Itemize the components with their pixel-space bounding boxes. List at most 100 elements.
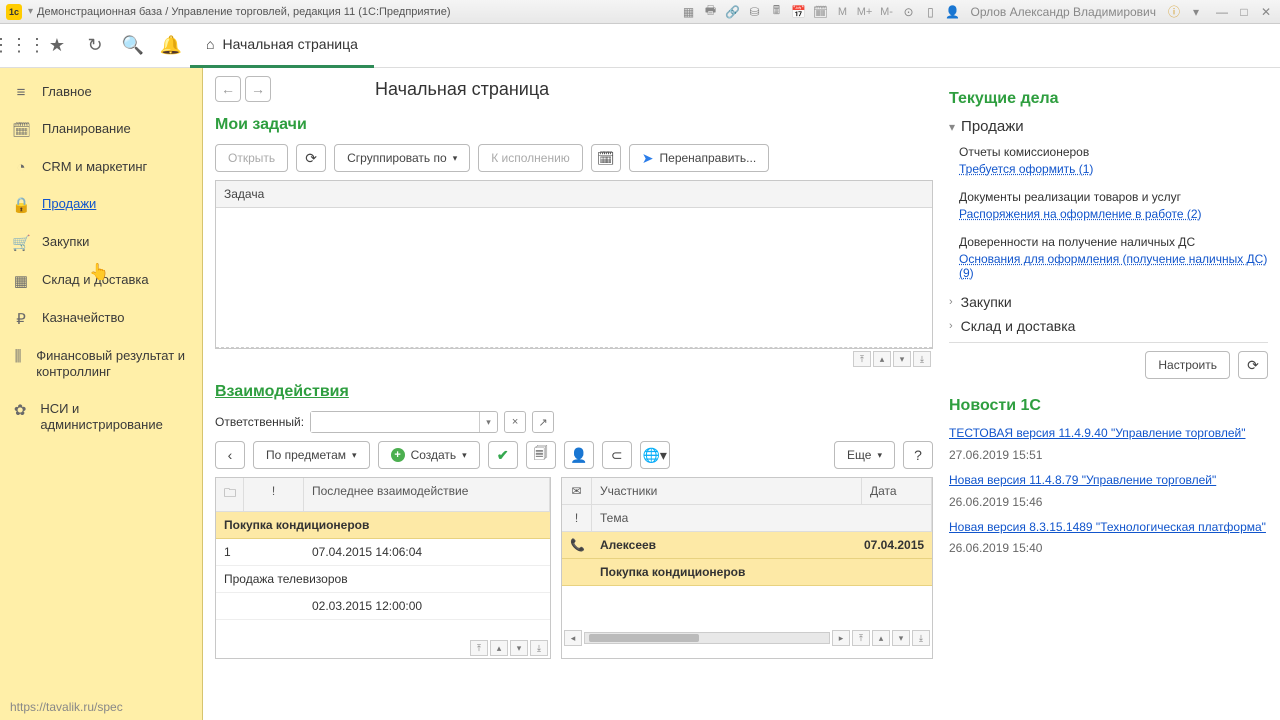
scroll-top-icon[interactable]: ⤒: [852, 630, 870, 646]
sidebar-item-crm[interactable]: ◔CRM и маркетинг: [0, 149, 202, 186]
user-icon: 👤: [944, 4, 960, 20]
table-row[interactable]: 📞 Алексеев 07.04.2015: [562, 532, 932, 559]
tasks-redirect-button[interactable]: ➤Перенаправить...: [629, 144, 769, 172]
news-link[interactable]: ТЕСТОВАЯ версия 11.4.9.40 "Управление то…: [949, 425, 1268, 442]
scroll-bottom-icon[interactable]: ⤓: [913, 351, 931, 367]
col-theme[interactable]: Тема: [592, 505, 932, 532]
copy-button[interactable]: 🗐: [526, 441, 556, 469]
col-priority[interactable]: !: [244, 478, 304, 512]
info-icon[interactable]: ⓘ: [1166, 4, 1182, 20]
m-minus-icon[interactable]: M-: [878, 4, 894, 20]
col-last-interaction[interactable]: Последнее взаимодействие: [304, 478, 550, 512]
bell-icon[interactable]: 🔔: [152, 24, 190, 68]
sidebar-item-treasury[interactable]: ₽Казначейство: [0, 300, 202, 338]
sidebar-item-warehouse[interactable]: ▦Склад и доставка: [0, 262, 202, 300]
scroll-up-icon[interactable]: ▴: [872, 630, 890, 646]
tasks-table-column[interactable]: Задача: [216, 181, 932, 208]
calendar-icon[interactable]: 📅: [790, 4, 806, 20]
interactions-heading[interactable]: Взаимодействия: [215, 383, 933, 401]
search-icon[interactable]: 🔍: [114, 24, 152, 68]
responsible-input[interactable]: [311, 412, 479, 432]
affairs-refresh-button[interactable]: ⟳: [1238, 351, 1268, 379]
preview-icon[interactable]: ▦: [680, 4, 696, 20]
help-book-icon[interactable]: ▯: [922, 4, 938, 20]
scroll-down-icon[interactable]: ▾: [892, 630, 910, 646]
info-dd[interactable]: ▾: [1188, 4, 1204, 20]
nav-back-button[interactable]: ←: [215, 76, 241, 102]
sidebar-item-sales[interactable]: 🔒Продажи: [0, 186, 202, 224]
col-priority2[interactable]: !: [562, 505, 592, 532]
responsible-dropdown[interactable]: ▾: [479, 412, 497, 432]
col-date[interactable]: Дата: [862, 478, 932, 505]
calc-icon[interactable]: 🖩: [768, 4, 784, 20]
m-plus-icon[interactable]: M+: [856, 4, 872, 20]
more-button[interactable]: Еще▾: [834, 441, 895, 469]
h-scrollbar[interactable]: [584, 632, 830, 644]
collapse-left-button[interactable]: ‹: [215, 441, 245, 469]
apps-icon[interactable]: ⋮⋮⋮: [0, 24, 38, 68]
sidebar-item-finance[interactable]: ⫼Финансовый результат и контроллинг: [0, 338, 202, 391]
responsible-field[interactable]: ▾: [310, 411, 498, 433]
tasks-calendar-button[interactable]: 🗓: [591, 144, 621, 172]
table-row[interactable]: Покупка кондиционеров: [562, 559, 932, 586]
maximize-icon[interactable]: □: [1236, 4, 1252, 20]
scroll-top-icon[interactable]: ⤒: [470, 640, 488, 656]
news-link[interactable]: Новая версия 11.4.8.79 "Управление торго…: [949, 472, 1268, 489]
configure-button[interactable]: Настроить: [1145, 351, 1230, 379]
table-row[interactable]: 02.03.2015 12:00:00: [216, 593, 550, 620]
scroll-right-icon[interactable]: ▸: [832, 630, 850, 646]
table-row[interactable]: Покупка кондиционеров: [216, 512, 550, 539]
tasks-execute-button[interactable]: К исполнению: [478, 144, 583, 172]
user-button[interactable]: 👤: [564, 441, 594, 469]
close-icon[interactable]: ✕: [1258, 4, 1274, 20]
responsible-clear-button[interactable]: ×: [504, 411, 526, 433]
mark-done-button[interactable]: ✔: [488, 441, 518, 469]
tasks-group-button[interactable]: Сгруппировать по▾: [334, 144, 470, 172]
nav-forward-button[interactable]: →: [245, 76, 271, 102]
affairs-link[interactable]: Требуется оформить (1): [959, 162, 1093, 176]
sidebar-item-main[interactable]: ≡Главное: [0, 74, 202, 111]
sidebar-item-nsi[interactable]: ✿НСИ и администрирование: [0, 391, 202, 444]
date-icon[interactable]: 🗓: [812, 4, 828, 20]
create-button[interactable]: +Создать▾: [378, 441, 480, 469]
minimize-icon[interactable]: —: [1214, 4, 1230, 20]
affairs-cat-warehouse[interactable]: ›Склад и доставка: [949, 318, 1268, 334]
print-icon[interactable]: 🖶: [702, 4, 718, 20]
col-mail-icon[interactable]: ✉: [562, 478, 592, 505]
responsible-open-button[interactable]: ↗: [532, 411, 554, 433]
scroll-bottom-icon[interactable]: ⤓: [530, 640, 548, 656]
sidebar-item-planning[interactable]: 🗓Планирование: [0, 111, 202, 149]
current-user[interactable]: Орлов Александр Владимирович: [970, 4, 1156, 20]
scroll-left-icon[interactable]: ◂: [564, 630, 582, 646]
tasks-refresh-button[interactable]: ⟳: [296, 144, 326, 172]
star-icon[interactable]: ★: [38, 24, 76, 68]
affairs-cat-purchases[interactable]: ›Закупки: [949, 294, 1268, 310]
scroll-down-icon[interactable]: ▾: [510, 640, 528, 656]
table-row[interactable]: Продажа телевизоров: [216, 566, 550, 593]
options-icon[interactable]: ⊙: [900, 4, 916, 20]
tab-home[interactable]: ⌂ Начальная страница: [190, 24, 374, 68]
col-participants[interactable]: Участники: [592, 478, 862, 505]
news-link[interactable]: Новая версия 8.3.15.1489 "Технологическа…: [949, 519, 1268, 536]
affairs-cat-sales[interactable]: ▾ Продажи: [949, 118, 1268, 135]
link-icon[interactable]: 🔗: [724, 4, 740, 20]
help-button[interactable]: ?: [903, 441, 933, 469]
m-icon[interactable]: M: [834, 4, 850, 20]
history-icon[interactable]: ↻: [76, 24, 114, 68]
tasks-open-button[interactable]: Открыть: [215, 144, 288, 172]
system-menu-dd[interactable]: ▾: [28, 6, 33, 17]
globe-dropdown-button[interactable]: 🌐▾: [640, 441, 670, 469]
scroll-up-icon[interactable]: ▴: [490, 640, 508, 656]
save-db-icon[interactable]: ⛁: [746, 4, 762, 20]
scroll-up-icon[interactable]: ▴: [873, 351, 891, 367]
affairs-link[interactable]: Распоряжения на оформление в работе (2): [959, 207, 1202, 221]
col-icon[interactable]: 🗀: [216, 478, 244, 512]
sidebar-item-purchases[interactable]: 🛒Закупки: [0, 224, 202, 262]
affairs-link[interactable]: Основания для оформления (получение нали…: [959, 252, 1268, 280]
table-row[interactable]: 1 07.04.2015 14:06:04: [216, 539, 550, 566]
scroll-down-icon[interactable]: ▾: [893, 351, 911, 367]
scroll-bottom-icon[interactable]: ⤓: [912, 630, 930, 646]
by-subjects-button[interactable]: По предметам▾: [253, 441, 370, 469]
scroll-top-icon[interactable]: ⤒: [853, 351, 871, 367]
grab-button[interactable]: ⊂: [602, 441, 632, 469]
